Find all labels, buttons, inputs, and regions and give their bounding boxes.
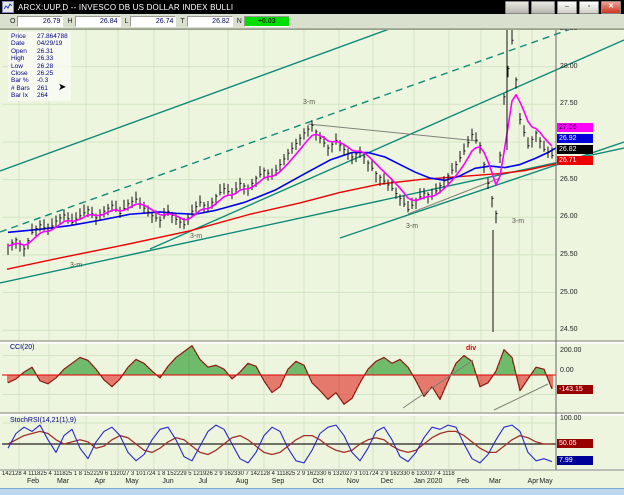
app-icon bbox=[2, 1, 14, 13]
info-row: Low 26.28 bbox=[11, 62, 54, 70]
price-axis-tick: 24.50 bbox=[560, 326, 578, 334]
price-flag: 26.71 bbox=[557, 156, 593, 165]
cci-panel-label: CCI(20) bbox=[10, 344, 35, 351]
mouse-cursor: ➤ bbox=[58, 82, 67, 93]
quote-field-value: 26.82 bbox=[186, 15, 233, 27]
bottom-window-border bbox=[0, 488, 624, 495]
quote-field-label: O bbox=[10, 17, 16, 25]
trendline-annotation: 3-m bbox=[406, 223, 419, 230]
chart-canvas[interactable] bbox=[0, 0, 624, 495]
info-row: Date 04/29/19 bbox=[11, 40, 63, 48]
price-axis-tick: 25.00 bbox=[560, 288, 578, 296]
price-axis-tick: 27.50 bbox=[560, 100, 578, 108]
cci-divergence-label: div bbox=[466, 345, 477, 352]
quote-field-value: 26.74 bbox=[130, 15, 177, 27]
stoch-value-flag: 50.05 bbox=[557, 439, 593, 448]
price-axis-tick: 25.50 bbox=[560, 250, 578, 258]
x-axis-month-label: Aug bbox=[235, 478, 249, 485]
stoch-value-flag: 7.99 bbox=[557, 456, 593, 465]
close-button[interactable]: ✕ bbox=[601, 1, 621, 14]
x-axis-day-numbers: 142128 4 111825 4 111825 1 8 152229 6 13… bbox=[2, 471, 455, 477]
info-row: Close 26.25 bbox=[11, 70, 54, 78]
window-title: ARCX:UUP,D -- INVESCO DB US DOLLAR INDEX… bbox=[18, 2, 234, 12]
price-flag: 26.82 bbox=[557, 145, 593, 154]
titlebar[interactable]: ARCX:UUP,D -- INVESCO DB US DOLLAR INDEX… bbox=[0, 0, 624, 14]
quote-field-label: H bbox=[67, 17, 73, 25]
x-axis-month-label: May bbox=[125, 478, 139, 485]
price-axis-tick: 26.00 bbox=[560, 213, 578, 221]
cci-axis-tick: 200.00 bbox=[560, 347, 582, 354]
x-axis-month-label: Jun bbox=[162, 478, 174, 485]
toolbar-button-right[interactable] bbox=[531, 1, 555, 14]
x-axis-month-label: Apr bbox=[94, 478, 106, 485]
x-axis-month-label: Jul bbox=[198, 478, 208, 485]
info-row: High 26.33 bbox=[11, 55, 54, 63]
minimize-button[interactable]: – bbox=[557, 1, 577, 14]
trendline-annotation: 3-m bbox=[303, 99, 316, 106]
trendline-annotation: 3-m bbox=[70, 262, 83, 269]
cci-axis-tick: 0.00 bbox=[560, 367, 574, 374]
quote-field-value: +0.03 bbox=[243, 15, 290, 27]
stoch-axis-tick: 100.00 bbox=[560, 415, 582, 422]
stoch-panel-label: StochRSI(14,21(1),9) bbox=[10, 417, 77, 424]
price-axis-tick: 28.00 bbox=[560, 62, 578, 70]
x-axis-month-label: Mar bbox=[488, 478, 502, 485]
price-flag: 26.92 bbox=[557, 134, 593, 143]
x-axis-month-label: Oct bbox=[312, 478, 324, 485]
toolbar-button-left[interactable] bbox=[505, 1, 529, 14]
info-row: Open 26.31 bbox=[11, 47, 54, 55]
x-axis-month-label: May bbox=[539, 478, 553, 485]
quote-field-label: N bbox=[236, 17, 242, 25]
x-axis-month-label: Feb bbox=[456, 478, 470, 485]
x-axis-month-label: Apr bbox=[527, 478, 539, 485]
price-flag: 27.06 bbox=[557, 123, 593, 132]
x-axis-month-label: Mar bbox=[56, 478, 70, 485]
quote-strip: O 26.79 H 26.84 L 26.74 T 26.82 N +0.03 bbox=[0, 14, 624, 29]
quote-field-label: L bbox=[124, 17, 129, 25]
cci-value-flag: -143.15 bbox=[557, 385, 593, 394]
x-axis-month-label: Feb bbox=[26, 478, 40, 485]
quote-field-value: 26.84 bbox=[74, 15, 121, 27]
info-row: Bar Ix 264 bbox=[11, 92, 48, 100]
x-axis-month-label: Nov bbox=[346, 478, 360, 485]
trendline-annotation: 3-m bbox=[190, 233, 203, 240]
info-row: Price 27.864788 bbox=[11, 33, 68, 40]
price-axis-tick: 26.50 bbox=[560, 175, 578, 183]
restore-button[interactable]: ▫ bbox=[579, 1, 599, 14]
x-axis-month-label: Dec bbox=[380, 478, 394, 485]
app-window: ARCX:UUP,D -- INVESCO DB US DOLLAR INDEX… bbox=[0, 0, 624, 495]
x-axis-month-label: Jan 2020 bbox=[413, 478, 443, 485]
quote-field-value: 26.79 bbox=[17, 15, 64, 27]
x-axis-month-label: Sep bbox=[271, 478, 285, 485]
trendline-annotation: 3-m bbox=[512, 218, 525, 225]
quote-field-label: T bbox=[180, 17, 185, 25]
